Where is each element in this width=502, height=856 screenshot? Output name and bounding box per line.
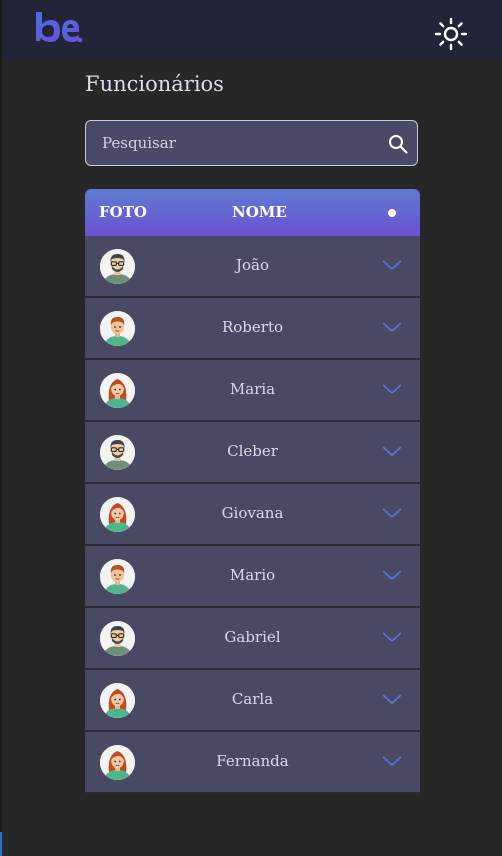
employee-name: Mario [229, 566, 276, 584]
chevron-down-icon[interactable] [381, 320, 403, 334]
table-row[interactable]: Mario [85, 546, 420, 608]
employee-name: Fernanda [216, 752, 289, 770]
chevron-down-icon[interactable] [381, 382, 403, 396]
column-header-photo: FOTO [99, 203, 147, 221]
employee-name: Roberto [221, 318, 284, 336]
chevron-down-icon[interactable] [381, 754, 403, 768]
employee-name: João [235, 256, 270, 274]
man-glasses-icon [100, 435, 135, 470]
chevron-down-icon[interactable] [381, 692, 403, 706]
woman-icon [100, 497, 135, 532]
search-icon[interactable] [388, 134, 408, 154]
page-title: Funcionários [85, 72, 224, 96]
chevron-down-icon[interactable] [381, 630, 403, 644]
chevron-down-icon[interactable] [381, 568, 403, 582]
chevron-down-icon[interactable] [381, 258, 403, 272]
table-header: FOTO NOME [85, 189, 420, 236]
table-row[interactable]: Carla [85, 670, 420, 732]
employees-table: FOTO NOME João Roberto Maria Cleber Giov… [85, 189, 420, 794]
table-row[interactable]: João [85, 236, 420, 298]
table-row[interactable]: Giovana [85, 484, 420, 546]
table-row[interactable]: Cleber [85, 422, 420, 484]
man-glasses-icon [100, 249, 135, 284]
column-header-name: NOME [232, 203, 287, 221]
employee-name: Cleber [227, 442, 278, 460]
table-row[interactable]: Roberto [85, 298, 420, 360]
window-left-edge [0, 0, 2, 856]
employee-name: Giovana [221, 504, 284, 522]
woman-icon [100, 683, 135, 718]
table-row[interactable]: Gabriel [85, 608, 420, 670]
window-accent-marker [0, 832, 2, 856]
employee-name: Carla [231, 690, 274, 708]
man-glasses-icon [100, 621, 135, 656]
woman-icon [100, 373, 135, 408]
column-header-options-dot [388, 209, 396, 217]
woman-icon [100, 745, 135, 780]
be-logo[interactable] [32, 8, 84, 50]
employee-name: Maria [229, 380, 276, 398]
search-input[interactable] [86, 121, 376, 165]
table-row[interactable]: Maria [85, 360, 420, 422]
chevron-down-icon[interactable] [381, 506, 403, 520]
search-box [85, 120, 418, 166]
table-row[interactable]: Fernanda [85, 732, 420, 794]
top-navbar [2, 0, 502, 60]
chevron-down-icon[interactable] [381, 444, 403, 458]
employee-name: Gabriel [224, 628, 281, 646]
sun-icon[interactable] [434, 17, 468, 51]
boy-icon [100, 311, 135, 346]
boy-icon [100, 559, 135, 594]
